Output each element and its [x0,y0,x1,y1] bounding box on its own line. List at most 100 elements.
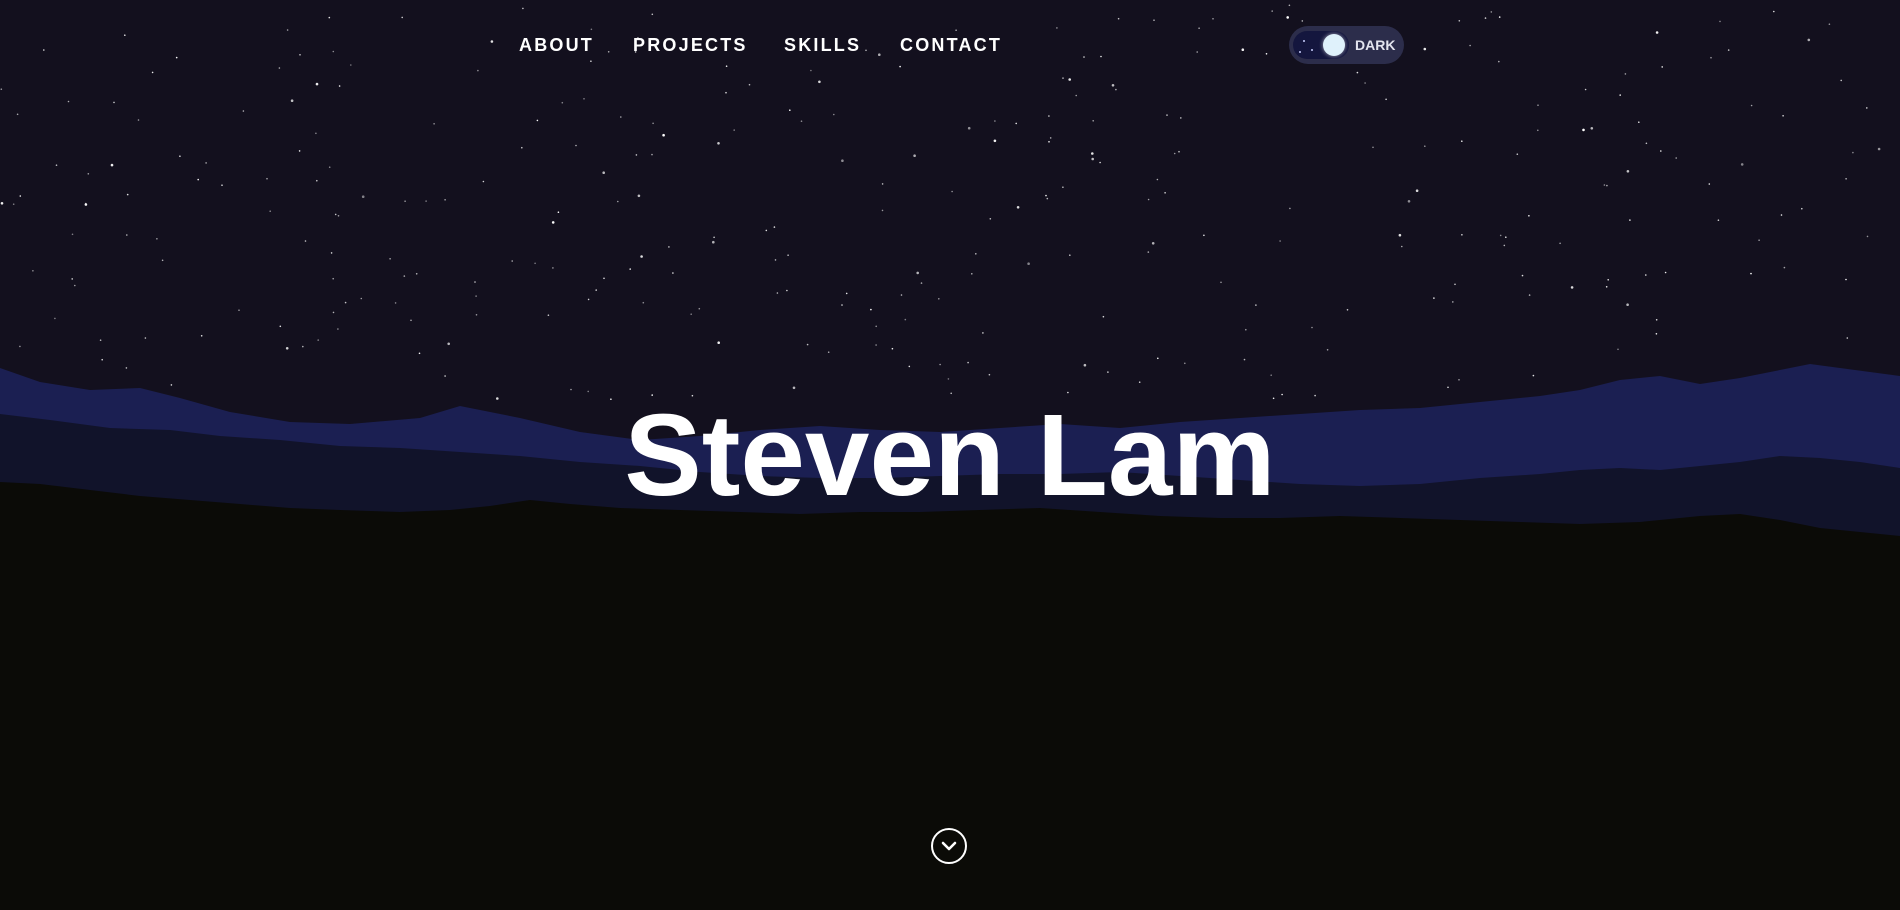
star [16,113,19,116]
star [286,29,289,31]
star [1537,129,1539,132]
star [833,113,835,116]
star [662,133,665,137]
star [1243,358,1246,361]
star [1638,121,1640,123]
star [1048,115,1050,117]
star [1326,349,1329,351]
star [1286,16,1289,19]
star [1289,207,1291,210]
nav-link-about[interactable]: ABOUT [519,33,594,57]
nav-link-contact[interactable]: CONTACT [900,33,1002,57]
star [1452,301,1454,303]
star [71,278,73,280]
star [1846,337,1849,339]
star [1198,27,1200,30]
star [332,311,335,314]
star [1521,274,1524,277]
star [1605,286,1608,288]
star [1607,279,1609,281]
star [511,260,513,262]
star [298,150,301,152]
star [651,153,653,156]
nav-link-skills[interactable]: SKILLS [784,33,861,57]
star [725,91,727,94]
toggle-star-icon [1299,51,1301,53]
star [337,215,340,217]
star [881,183,884,185]
star [337,328,339,330]
star [792,386,796,390]
star [1675,157,1677,159]
theme-toggle[interactable]: DARK [1289,26,1404,64]
star [561,101,564,104]
star [1528,294,1531,296]
star [394,302,397,304]
star [1433,297,1435,299]
star [967,361,969,364]
star [19,195,22,197]
star [1203,234,1205,237]
star [1117,17,1120,20]
star [1364,82,1366,84]
star [474,281,476,283]
star [328,166,331,168]
star [620,116,622,118]
star [360,297,363,300]
star [1138,381,1141,384]
scroll-down-button[interactable] [931,828,967,864]
star [1461,140,1463,142]
star [1645,274,1647,276]
star [774,259,777,261]
star [993,139,997,143]
star [1156,178,1159,181]
star [1570,286,1574,289]
star [1528,215,1530,217]
star [444,375,446,377]
star [583,98,585,100]
star [1877,147,1881,151]
star [205,162,207,164]
star [1279,240,1281,242]
star [1852,151,1854,154]
star [1288,4,1291,7]
star [1619,94,1621,96]
star [54,317,56,320]
star [332,277,335,280]
star [713,236,715,239]
star [1458,379,1460,381]
star [1845,278,1847,281]
hero-title: Steven Lam [624,390,1276,520]
star [975,253,977,255]
star [1866,107,1868,109]
star [557,211,560,213]
star [1048,141,1050,143]
star [870,308,872,311]
star [637,194,641,198]
star [1270,374,1272,377]
star [1180,117,1182,119]
star [1845,178,1847,180]
star [1840,79,1842,82]
star [1157,357,1159,360]
star [1655,333,1658,335]
star [304,240,307,242]
star [1750,104,1753,107]
toggle-star-icon [1311,49,1313,51]
star [818,80,821,84]
nav-link-projects[interactable]: PROJECTS [633,33,748,57]
star [1626,303,1629,307]
star [776,292,779,294]
star [1045,194,1047,197]
star [170,384,173,386]
star [1498,16,1501,18]
star [1115,88,1117,91]
star [712,240,715,244]
main-navigation: ABOUT PROJECTS SKILLS CONTACT [0,33,1900,57]
star [875,325,877,328]
star [1016,206,1020,209]
star [334,213,337,216]
star [552,267,554,269]
star [806,343,809,346]
star [938,298,940,300]
